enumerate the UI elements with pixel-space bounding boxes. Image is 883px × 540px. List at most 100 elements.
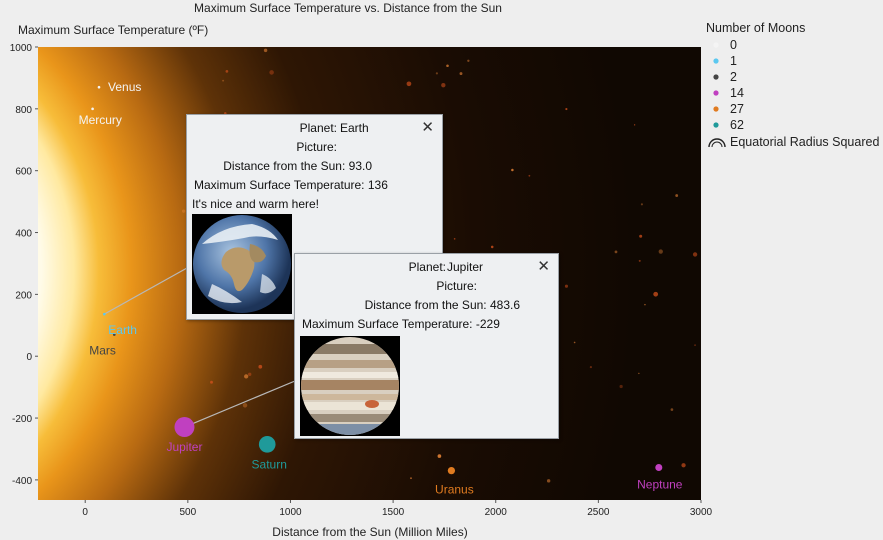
y-tick-label: 1000: [10, 43, 33, 54]
chart-title: Maximum Surface Temperature vs. Distance…: [194, 1, 502, 15]
star: [210, 380, 213, 384]
y-tick-label: 200: [15, 290, 32, 301]
x-tick-label: 1500: [382, 507, 405, 518]
tooltip-distance-value: 93.0: [348, 159, 372, 173]
star: [681, 463, 686, 468]
star: [410, 477, 412, 480]
star: [694, 344, 696, 347]
star: [225, 70, 229, 73]
star: [634, 124, 636, 126]
point-venus[interactable]: [97, 85, 101, 89]
legend-marker: [713, 74, 719, 80]
point-label-uranus: Uranus: [435, 483, 474, 497]
point-label-saturn: Saturn: [252, 457, 287, 471]
point-label-neptune: Neptune: [637, 478, 683, 492]
star: [565, 107, 568, 111]
tooltip-temperature-value: 136: [367, 178, 388, 192]
star: [692, 252, 698, 257]
point-neptune[interactable]: [655, 464, 663, 472]
point-jupiter[interactable]: [174, 417, 195, 438]
star: [640, 203, 643, 206]
star: [263, 48, 268, 53]
star: [248, 372, 252, 376]
x-tick-label: 0: [82, 507, 88, 518]
tooltip-temperature-value: -229: [475, 317, 500, 331]
star: [258, 364, 263, 369]
star: [638, 259, 641, 262]
y-tick-label: 400: [15, 229, 32, 240]
y-tick-label: -400: [12, 476, 32, 487]
size-legend-icon-inner: [711, 141, 723, 148]
star: [441, 83, 446, 88]
tooltip-planet-value: Jupiter: [447, 260, 484, 274]
star: [269, 70, 274, 75]
star: [435, 72, 438, 75]
star: [644, 303, 646, 306]
legend-marker: [713, 106, 719, 112]
x-tick-label: 2000: [485, 507, 508, 518]
y-tick-label: -200: [12, 414, 32, 425]
tooltip-distance-label: Distance from the Sun:: [223, 159, 346, 173]
legend-label: 1: [730, 54, 737, 68]
point-label-jupiter: Jupiter: [166, 440, 202, 454]
legend-title: Number of Moons: [706, 21, 805, 35]
tooltip-planet-label: Planet:: [408, 260, 446, 274]
x-tick-label: 3000: [690, 507, 713, 518]
star: [619, 384, 623, 389]
jupiter-picture: [300, 336, 400, 436]
tooltip-planet-value: Earth: [340, 121, 369, 135]
point-label-mars: Mars: [89, 344, 116, 358]
star: [244, 374, 249, 379]
star: [467, 59, 470, 62]
tooltip-jupiter: Planet: Jupiter ✕ Picture: Distance from…: [294, 253, 559, 439]
legend-marker: [713, 122, 719, 128]
x-axis-label: Distance from the Sun (Million Miles): [272, 525, 467, 539]
legend-label: 2: [730, 70, 737, 84]
star: [546, 479, 551, 483]
y-axis-ticks: -400 -200 0 200 400 600 800 1000: [10, 43, 38, 487]
star: [564, 284, 569, 288]
star: [490, 245, 494, 249]
tooltip-distance-label: Distance from the Sun:: [364, 298, 487, 312]
point-label-mercury: Mercury: [79, 113, 122, 127]
close-icon[interactable]: ✕: [537, 257, 550, 275]
star: [614, 250, 618, 254]
star: [658, 249, 663, 254]
star: [573, 341, 576, 344]
tooltip-temperature-label: Maximum Surface Temperature:: [302, 317, 473, 331]
star: [528, 174, 531, 177]
star: [653, 291, 659, 297]
legend-label: 14: [730, 86, 744, 100]
tooltip-planet-label: Planet:: [299, 121, 337, 135]
point-mercury[interactable]: [91, 107, 94, 111]
x-tick-label: 2500: [587, 507, 610, 518]
star: [639, 234, 643, 238]
star: [406, 81, 412, 87]
point-earth[interactable]: [103, 312, 106, 316]
star: [242, 403, 248, 408]
close-icon[interactable]: ✕: [421, 118, 434, 136]
point-label-earth: Earth: [108, 323, 137, 337]
legend-label: 27: [730, 102, 744, 116]
legend-label: 0: [730, 38, 737, 52]
star: [459, 72, 463, 75]
tooltip-picture-label: Picture:: [436, 279, 477, 293]
point-uranus[interactable]: [447, 466, 456, 475]
star: [453, 238, 456, 240]
star: [589, 365, 592, 369]
tooltip-distance-value: 483.6: [489, 298, 520, 312]
y-tick-label: 800: [15, 105, 32, 116]
star: [437, 454, 442, 458]
x-tick-label: 1000: [279, 507, 302, 518]
tooltip-temperature-label: Maximum Surface Temperature:: [194, 178, 365, 192]
star: [446, 64, 449, 68]
y-tick-label: 0: [26, 352, 32, 363]
legend: Number of Moons 0 1 2 14 27 62 Equatorial Radi…: [706, 21, 879, 149]
legend-marker: [713, 58, 719, 64]
x-tick-label: 500: [179, 507, 196, 518]
star: [181, 209, 186, 213]
legend-label: 62: [730, 118, 744, 132]
point-saturn[interactable]: [258, 436, 276, 453]
legend-marker: [713, 90, 719, 96]
legend-marker: [713, 42, 719, 48]
